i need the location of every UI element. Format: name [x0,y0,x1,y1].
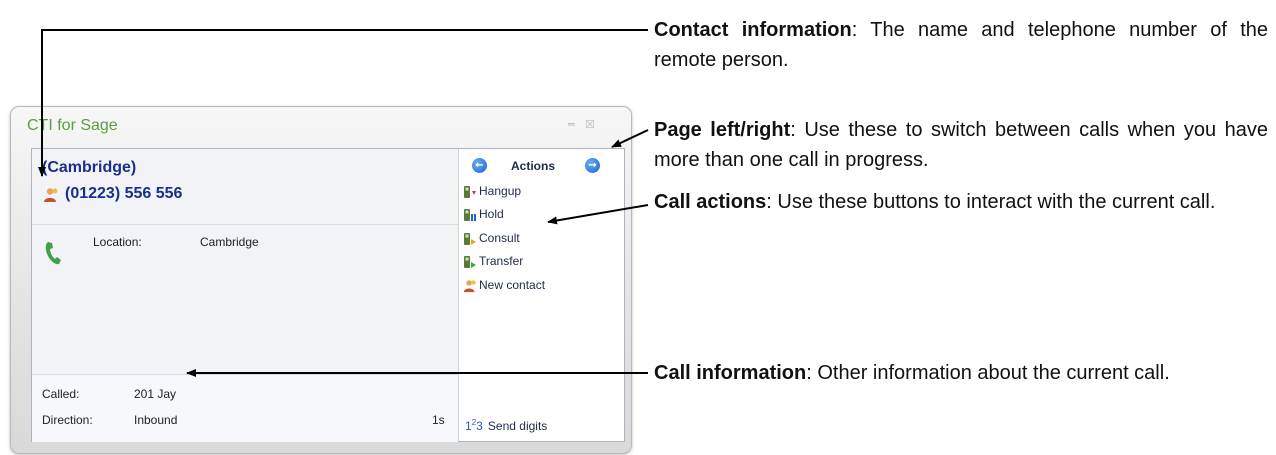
page-connector [611,129,649,148]
actions-connector [547,204,649,225]
annotation-callinfo: Call information: Other information abou… [654,362,1170,384]
annotation-contact: Contact information: The name and teleph… [654,19,1268,71]
annotation-page: Page left/right: Use these to switch bet… [654,119,1268,171]
contact-connector [38,29,648,177]
annotation-actions: Call actions: Use these buttons to inter… [654,191,1216,213]
